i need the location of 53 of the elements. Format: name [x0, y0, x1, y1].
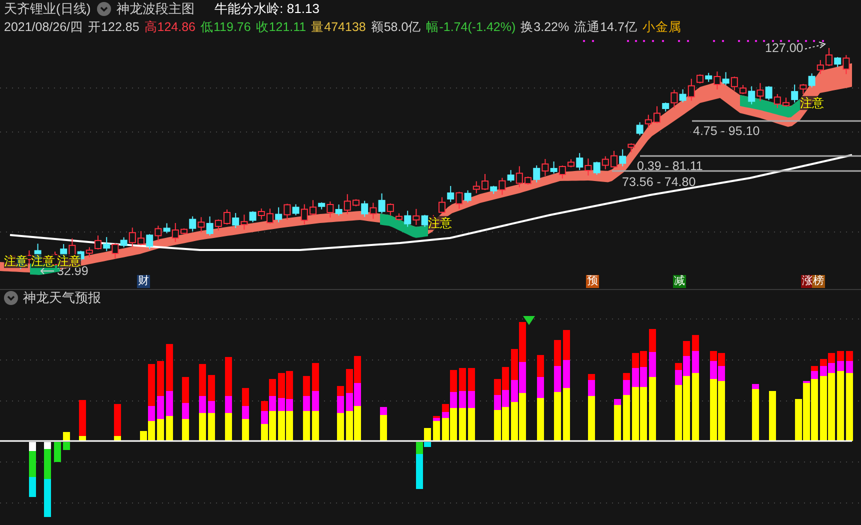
quote-value: 低119.76 — [200, 18, 251, 36]
pullback-band-fill — [740, 95, 800, 118]
down-triangle-icon — [523, 316, 535, 325]
candlestick — [482, 174, 488, 191]
candlestick — [138, 230, 144, 246]
warning-label: 注意 — [428, 216, 452, 230]
panel-title: 神龙天气预报 — [23, 289, 101, 307]
candlestick — [94, 235, 102, 250]
quote-value: 幅-1.74(-1.42%) — [426, 18, 516, 36]
quote-value: 开122.85 — [88, 18, 140, 36]
quote-value: 换3.22% — [520, 18, 570, 36]
candlestick — [654, 106, 660, 124]
warning-label: 注意 — [4, 254, 28, 268]
quote-value: 额58.0亿 — [370, 18, 422, 36]
pullback-band-fill — [380, 214, 428, 238]
candlestick — [266, 208, 274, 224]
price-label: 4.75 - 95.10 — [693, 124, 760, 138]
candlestick — [610, 150, 618, 168]
candlestick — [696, 74, 704, 84]
candlestick — [396, 212, 402, 221]
event-marker: 榜 — [812, 275, 825, 288]
stock-title: 天齐锂业(日线) — [4, 0, 91, 18]
quote-value: 小金属 — [642, 18, 682, 36]
dropdown-icon[interactable] — [96, 2, 111, 16]
price-label: 127.00 — [765, 41, 804, 55]
candlestick — [740, 84, 746, 95]
quote-value: 收121.11 — [256, 18, 306, 36]
dropdown-icon[interactable] — [4, 291, 18, 305]
threshold-value: 牛能分水岭: 81.13 — [214, 0, 320, 18]
warning-label: 注意 — [57, 254, 81, 268]
indicator-name[interactable]: 神龙波段主图 — [116, 0, 195, 18]
leader-arrow — [804, 42, 826, 50]
candlestick — [568, 158, 574, 168]
warning-label: 注意 — [800, 96, 824, 110]
quote-value: 流通14.7亿 — [574, 18, 638, 36]
candlestick — [352, 198, 360, 207]
candlestick — [180, 228, 188, 235]
candlestick — [310, 200, 316, 216]
event-marker: 减 — [673, 275, 686, 288]
candlestick — [524, 176, 532, 186]
event-marker: 财 — [137, 275, 150, 288]
quote-value: 2021/08/26/四 — [4, 18, 84, 36]
event-marker: 预 — [586, 275, 599, 288]
candlestick — [782, 97, 790, 108]
quote-value: 高124.86 — [144, 18, 196, 36]
quote-value: 量474138 — [311, 18, 366, 36]
arrow-left-icon — [40, 267, 54, 275]
candlestick — [438, 196, 446, 214]
price-label: 0.39 - 81.11 — [637, 159, 703, 173]
warning-label: 注意 — [31, 254, 55, 268]
candlestick — [224, 208, 230, 225]
price-label: 73.56 - 74.80 — [622, 175, 696, 189]
candlestick — [826, 47, 832, 66]
